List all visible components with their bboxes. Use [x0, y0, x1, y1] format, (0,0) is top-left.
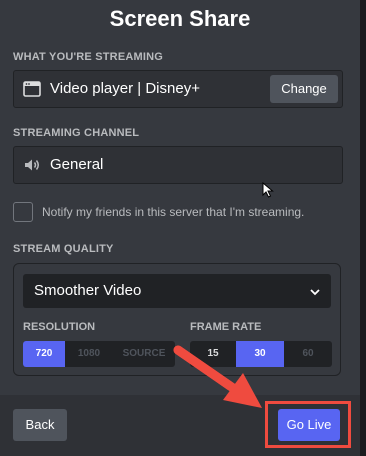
- dialog-footer: Back Go Live: [0, 395, 360, 456]
- screen-share-modal: Screen Share WHAT YOU'RE STREAMING Video…: [0, 0, 360, 456]
- frame-rate-option-30[interactable]: 30: [236, 341, 284, 367]
- speaker-icon: [23, 156, 41, 174]
- chevron-down-icon: [309, 285, 321, 303]
- frame-rate-label: FRAME RATE: [190, 321, 262, 333]
- resolution-option-720[interactable]: 720: [23, 341, 65, 367]
- streaming-source-box: Video player | Disney+ Change: [13, 70, 343, 108]
- frame-rate-option-60[interactable]: 60: [284, 341, 332, 367]
- dialog-title: Screen Share: [109, 6, 251, 31]
- streaming-source-label: Video player | Disney+: [50, 80, 200, 97]
- channel-section-label: STREAMING CHANNEL: [13, 127, 140, 139]
- frame-rate-option-15[interactable]: 15: [190, 341, 236, 367]
- quality-preset-select[interactable]: Smoother Video: [23, 274, 331, 308]
- resolution-option-1080[interactable]: 1080: [65, 341, 113, 367]
- streaming-section-label: WHAT YOU'RE STREAMING: [13, 51, 164, 63]
- mouse-cursor-icon: [262, 181, 274, 203]
- resolution-label: RESOLUTION: [23, 321, 96, 333]
- quality-preset-value: Smoother Video: [34, 282, 142, 299]
- stream-quality-panel: Smoother Video RESOLUTION 720 1080 SOURC…: [13, 263, 341, 376]
- resolution-segmented-control: 720 1080 SOURCE: [23, 341, 175, 367]
- notify-label: Notify my friends in this server that I'…: [42, 205, 305, 219]
- window-icon: [23, 80, 41, 98]
- notify-friends-row[interactable]: Notify my friends in this server that I'…: [13, 202, 343, 224]
- channel-box[interactable]: General: [13, 146, 343, 184]
- notify-checkbox[interactable]: [13, 202, 33, 222]
- channel-name: General: [50, 156, 104, 173]
- change-button[interactable]: Change: [270, 75, 338, 103]
- go-live-button[interactable]: Go Live: [278, 409, 340, 441]
- quality-section-label: STREAM QUALITY: [13, 243, 114, 255]
- resolution-option-source[interactable]: SOURCE: [113, 341, 175, 367]
- frame-rate-segmented-control: 15 30 60: [190, 341, 332, 367]
- back-button[interactable]: Back: [13, 409, 67, 441]
